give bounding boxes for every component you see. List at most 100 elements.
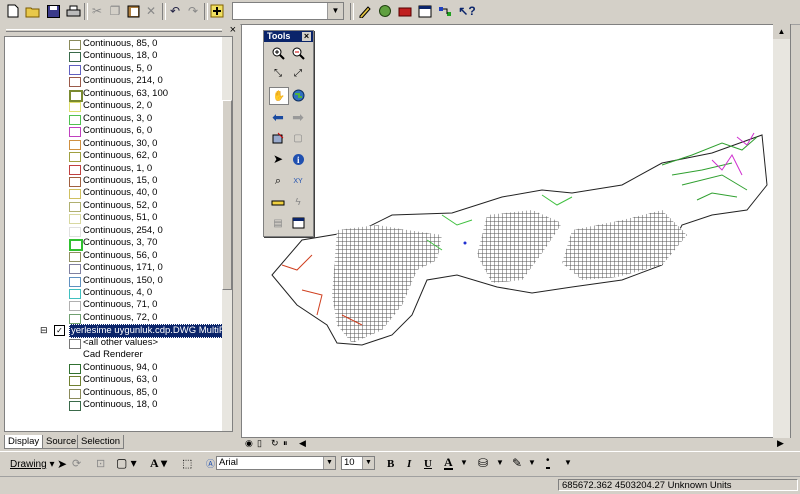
add-data-icon[interactable]	[208, 2, 226, 20]
identify-icon[interactable]: i	[289, 151, 307, 167]
legend-swatch[interactable]	[69, 376, 81, 387]
legend-swatch[interactable]	[69, 226, 81, 237]
tools-title-bar[interactable]: Tools ×	[264, 31, 313, 42]
legend-swatch[interactable]	[69, 64, 81, 75]
legend-swatch[interactable]	[69, 152, 81, 163]
chevron-down-icon[interactable]: ▼	[327, 3, 343, 19]
window-icon[interactable]	[416, 2, 434, 20]
legend-swatch[interactable]	[69, 40, 81, 50]
hyperlink-icon[interactable]: ϟ	[289, 194, 307, 210]
cut-icon[interactable]: ✂	[88, 2, 106, 20]
map-vertical-scrollbar[interactable]: ▲	[773, 24, 790, 438]
legend-swatch[interactable]	[69, 239, 83, 252]
legend-swatch[interactable]	[69, 77, 81, 88]
measure-icon[interactable]	[269, 194, 287, 210]
italic-button[interactable]: I	[407, 458, 411, 470]
undo-icon[interactable]: ↶	[166, 2, 184, 20]
select-features-icon[interactable]	[269, 130, 287, 146]
legend-swatch[interactable]	[69, 89, 83, 102]
legend-swatch[interactable]	[69, 338, 81, 349]
fixed-zoom-out-icon[interactable]: ⤢	[289, 65, 307, 81]
rotate-icon[interactable]: ⟳	[72, 457, 81, 470]
fill-color-icon[interactable]: ⛁	[478, 456, 488, 470]
paste-icon[interactable]	[124, 2, 142, 20]
marker-color-icon[interactable]: •	[546, 455, 550, 469]
tab-display[interactable]: Display	[4, 435, 44, 449]
select-elements-icon[interactable]: ➤	[269, 151, 287, 167]
forward-extent-icon[interactable]: ➡	[289, 109, 307, 125]
layer-visibility-checkbox[interactable]: ✓	[54, 325, 65, 337]
scroll-left-icon[interactable]: ◀	[299, 438, 306, 449]
legend-swatch[interactable]	[69, 276, 81, 287]
edit-vertices-icon[interactable]: ⬚	[182, 457, 192, 470]
html-popup-icon[interactable]: ▤	[269, 215, 287, 231]
legend-swatch[interactable]	[69, 127, 81, 138]
back-extent-icon[interactable]: ⬅	[269, 109, 287, 125]
legend-swatch[interactable]	[69, 214, 81, 225]
new-text-icon[interactable]: A ▾	[150, 456, 167, 471]
legend-swatch[interactable]	[69, 388, 81, 399]
pan-icon[interactable]: ✋	[269, 87, 289, 105]
font-size-combo[interactable]: 10 ▼	[341, 456, 375, 470]
scroll-up-icon[interactable]: ▲	[773, 24, 790, 39]
tab-selection[interactable]: Selection	[77, 435, 125, 449]
font-combo[interactable]: Arial ▼	[216, 456, 336, 470]
bold-button[interactable]: B	[387, 458, 394, 470]
arcmap-icon[interactable]	[376, 2, 394, 20]
line-color-icon[interactable]: ✎	[512, 456, 522, 470]
underline-button[interactable]: U	[424, 458, 432, 470]
full-extent-icon[interactable]	[289, 87, 307, 103]
legend-swatch[interactable]	[69, 313, 81, 324]
font-color-button[interactable]: A	[444, 456, 453, 470]
toc-scroll-thumb[interactable]	[222, 100, 232, 290]
legend-swatch[interactable]	[69, 176, 81, 187]
toc-layer-list[interactable]: Continuous, 85, 0 Continuous, 18, 0 Contin…	[4, 36, 233, 432]
arctoolbox-icon[interactable]	[396, 2, 414, 20]
new-icon[interactable]	[4, 2, 22, 20]
legend-swatch[interactable]	[69, 264, 81, 275]
legend-swatch[interactable]	[69, 114, 81, 125]
zoom-out-icon[interactable]	[289, 45, 307, 61]
select-elements-icon[interactable]: ➤	[57, 457, 67, 471]
collapse-icon[interactable]: ⊟	[40, 324, 48, 336]
open-icon[interactable]	[24, 2, 42, 20]
legend-swatch[interactable]	[69, 401, 81, 412]
legend-swatch[interactable]	[69, 201, 81, 212]
drawing-menu[interactable]: Drawing ▾	[10, 459, 55, 470]
legend-swatch[interactable]	[69, 102, 81, 113]
rectangle-icon[interactable]: ▢ ▾	[116, 456, 137, 470]
chevron-down-icon[interactable]: ▼	[362, 457, 374, 469]
zoom-whole-page-icon[interactable]: ⊡	[96, 457, 105, 470]
map-display[interactable]	[241, 24, 791, 438]
clear-selection-icon[interactable]: ▢	[289, 130, 307, 146]
go-to-xy-icon[interactable]: XY	[289, 173, 307, 189]
scroll-right-icon[interactable]: ▶	[777, 438, 784, 449]
tab-source[interactable]: Source	[42, 435, 81, 449]
delete-icon[interactable]: ✕	[142, 2, 160, 20]
redo-icon[interactable]: ↷	[184, 2, 202, 20]
close-icon[interactable]: ×	[230, 24, 236, 36]
refresh-icon[interactable]: ↻	[271, 438, 279, 449]
chevron-down-icon[interactable]: ▼	[496, 458, 504, 467]
legend-swatch[interactable]	[69, 139, 81, 150]
fixed-zoom-in-icon[interactable]: ⤡	[269, 65, 287, 81]
model-icon[interactable]	[436, 2, 454, 20]
map-scale-combo[interactable]: ▼	[232, 2, 344, 20]
close-icon[interactable]: ×	[302, 32, 311, 41]
chevron-down-icon[interactable]: ▼	[564, 458, 572, 467]
copy-icon[interactable]: ❐	[106, 2, 124, 20]
legend-swatch[interactable]	[69, 363, 81, 374]
legend-swatch[interactable]	[69, 289, 81, 299]
layout-view-icon[interactable]: ▯	[257, 438, 262, 449]
time-slider-icon[interactable]	[289, 215, 307, 231]
find-icon[interactable]: ⌕	[269, 173, 287, 189]
legend-swatch[interactable]	[69, 251, 81, 262]
print-icon[interactable]	[64, 2, 82, 20]
legend-swatch[interactable]	[69, 52, 81, 63]
whats-this-icon[interactable]: ↖?	[458, 2, 476, 20]
legend-swatch[interactable]	[69, 301, 81, 312]
chevron-down-icon[interactable]: ▼	[460, 458, 468, 467]
data-view-icon[interactable]: ◉	[245, 438, 253, 449]
chevron-down-icon[interactable]: ▼	[528, 458, 536, 467]
zoom-in-icon[interactable]	[269, 45, 287, 61]
